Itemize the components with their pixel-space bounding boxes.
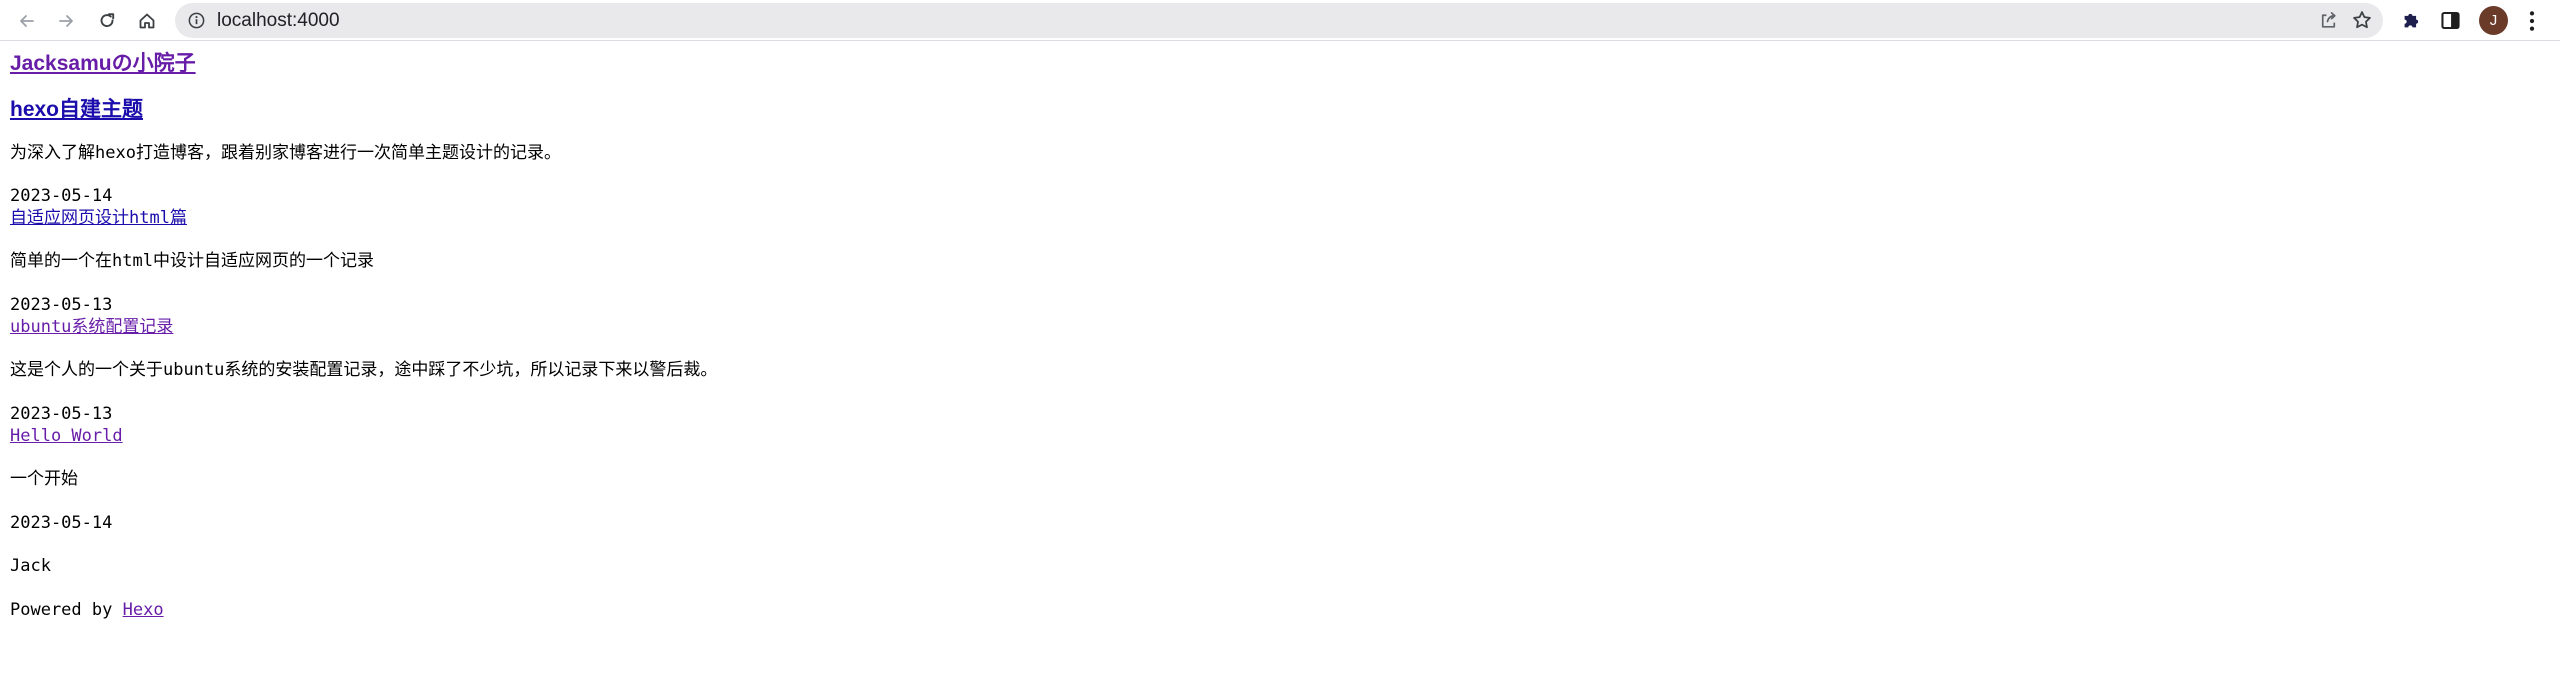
site-title: Jacksamuの小院子 bbox=[10, 52, 196, 76]
back-button[interactable] bbox=[10, 4, 43, 37]
home-button[interactable] bbox=[130, 4, 163, 37]
side-panel-icon[interactable] bbox=[2439, 9, 2462, 32]
forward-button[interactable] bbox=[49, 4, 82, 37]
post-link[interactable]: 自适应网页设计html篇 bbox=[10, 208, 187, 228]
post-date: 2023-05-13 bbox=[10, 404, 113, 424]
featured-post-excerpt: 为深入了解hexo打造博客，跟着别家博客进行一次简单主题设计的记录。 bbox=[10, 143, 561, 163]
url-text[interactable]: localhost:4000 bbox=[217, 11, 340, 30]
address-bar[interactable]: localhost:4000 bbox=[175, 3, 2383, 38]
star-icon[interactable] bbox=[2351, 9, 2373, 31]
featured-post-title: hexo自建主题 bbox=[10, 98, 143, 122]
footer-powered-by: Powered by Hexo bbox=[10, 600, 164, 620]
reload-icon bbox=[100, 12, 114, 27]
arrow-left-icon bbox=[19, 14, 34, 27]
browser-toolbar: localhost:4000 J bbox=[0, 0, 2560, 41]
post-link[interactable]: ubuntu系统配置记录 bbox=[10, 317, 173, 337]
home-icon bbox=[139, 13, 154, 28]
post-excerpt: 这是个人的一个关于ubuntu系统的安装配置记录，途中踩了不少坑，所以记录下来以… bbox=[10, 360, 718, 380]
page-content: Jacksamuの小院子 hexo自建主题 为深入了解hexo打造博客，跟着别家… bbox=[0, 41, 2560, 683]
hexo-link[interactable]: Hexo bbox=[123, 600, 164, 620]
post-link[interactable]: Hello World bbox=[10, 426, 123, 446]
reload-button[interactable] bbox=[90, 4, 123, 37]
powered-by-label: Powered by bbox=[10, 600, 113, 620]
featured-post-date: 2023-05-14 bbox=[10, 186, 113, 206]
post-title: Hello World bbox=[10, 426, 123, 446]
post-excerpt: 一个开始 bbox=[10, 469, 78, 489]
featured-post-link[interactable]: hexo自建主题 bbox=[10, 98, 143, 121]
puzzle-icon[interactable] bbox=[2400, 9, 2423, 32]
post-excerpt: 简单的一个在html中设计自适应网页的一个记录 bbox=[10, 251, 374, 271]
profile-avatar[interactable]: J bbox=[2479, 6, 2508, 35]
info-circle-icon[interactable] bbox=[187, 11, 206, 30]
share-icon[interactable] bbox=[2318, 10, 2339, 31]
post-title: ubuntu系统配置记录 bbox=[10, 317, 173, 337]
post-date: 2023-05-14 bbox=[10, 513, 113, 533]
arrow-right-icon bbox=[58, 14, 73, 27]
site-title-link[interactable]: Jacksamuの小院子 bbox=[10, 52, 196, 75]
post-date: 2023-05-13 bbox=[10, 295, 113, 315]
footer-author: Jack bbox=[10, 556, 51, 576]
post-title: 自适应网页设计html篇 bbox=[10, 208, 187, 228]
kebab-menu-icon[interactable] bbox=[2520, 8, 2544, 34]
